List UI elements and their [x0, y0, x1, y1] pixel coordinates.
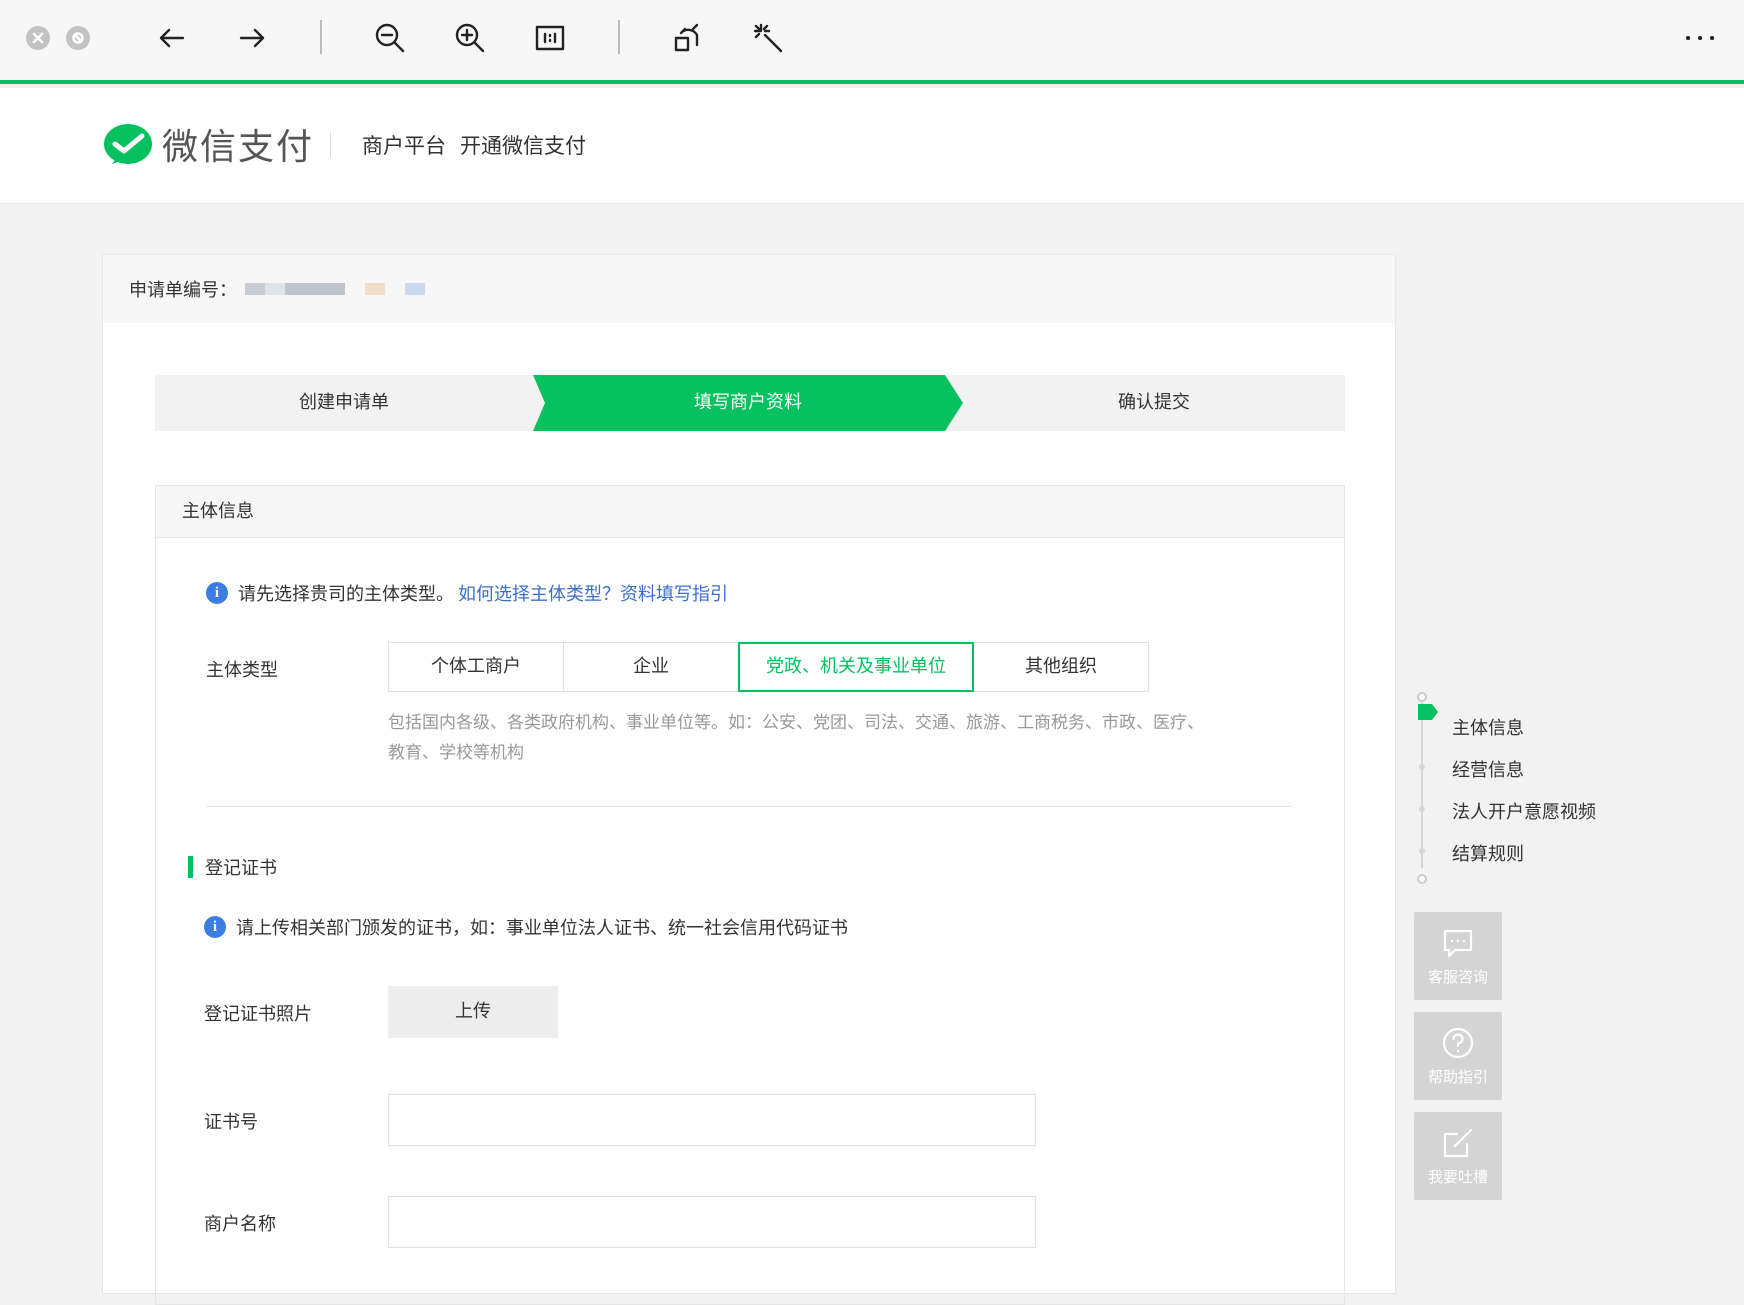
entity-type-label: 主体类型	[206, 660, 278, 681]
masked-number	[365, 283, 385, 295]
merchant-platform-link[interactable]: 商户平台	[362, 130, 446, 160]
certificate-notice: i 请上传相关部门颁发的证书，如：事业单位法人证书、统一社会信用代码证书	[204, 914, 848, 940]
feedback-label: 我要吐槽	[1427, 1167, 1488, 1186]
info-icon: i	[204, 916, 226, 938]
toolbar-divider	[618, 20, 620, 54]
info-icon: i	[206, 582, 228, 604]
section-anchor-nav: 主体信息 经营信息 法人开户意愿视频 结算规则	[1416, 692, 1656, 892]
anchor-tick	[1419, 848, 1425, 854]
anchor-business-info[interactable]: 经营信息	[1452, 756, 1524, 782]
question-icon	[1442, 1027, 1474, 1058]
zoom-out-icon[interactable]	[370, 18, 410, 58]
header-divider	[330, 132, 331, 158]
step-fill-info: 填写商户资料	[533, 375, 963, 431]
section-title: 主体信息	[156, 486, 1344, 538]
wechat-pay-logo-icon	[104, 124, 152, 164]
subsection-accent-bar	[188, 856, 193, 878]
step-confirm: 确认提交	[1118, 392, 1190, 413]
merchant-name-input[interactable]	[388, 1196, 1036, 1248]
anchor-legal-video[interactable]: 法人开户意愿视频	[1452, 798, 1596, 824]
anchor-end-dot	[1417, 874, 1427, 884]
more-options-icon[interactable]	[1680, 18, 1720, 58]
step-create: 创建申请单	[299, 392, 389, 413]
certificate-number-label: 证书号	[204, 1112, 258, 1133]
entity-type-notice: i 请先选择贵司的主体类型。 如何选择主体类型？资料填写指引	[206, 580, 728, 606]
entity-type-hint: 包括国内各级、各类政府机构、事业单位等。如：公安、党团、司法、交通、旅游、工商税…	[388, 713, 1204, 763]
certificate-notice-text: 请上传相关部门颁发的证书，如：事业单位法人证书、统一社会信用代码证书	[236, 918, 848, 939]
certificate-title: 登记证书	[205, 858, 277, 879]
anchor-track	[1421, 702, 1423, 868]
zoom-in-icon[interactable]	[450, 18, 490, 58]
masked-number	[405, 283, 425, 295]
chat-bubble-icon	[1443, 929, 1473, 957]
magic-wand-icon[interactable]	[748, 18, 788, 58]
application-number-label: 申请单编号：	[129, 280, 237, 301]
certificate-subsection-title: 登记证书	[188, 854, 277, 880]
rotate-icon[interactable]	[668, 18, 708, 58]
anchor-tick	[1419, 806, 1425, 812]
anchor-settlement-rules[interactable]: 结算规则	[1452, 840, 1524, 866]
upload-button[interactable]: 上传	[388, 986, 558, 1038]
forward-arrow-icon[interactable]	[232, 18, 272, 58]
open-wechat-pay-link[interactable]: 开通微信支付	[460, 130, 586, 160]
block-icon[interactable]	[66, 26, 90, 50]
entity-info-section: 主体信息 i 请先选择贵司的主体类型。 如何选择主体类型？资料填写指引 主体类型…	[155, 485, 1345, 1305]
masked-number	[245, 283, 345, 295]
viewer-toolbar	[0, 0, 1744, 84]
anchor-start-dot	[1417, 692, 1427, 702]
actual-size-icon[interactable]	[530, 18, 570, 58]
help-guide-label: 帮助指引	[1427, 1067, 1488, 1086]
entity-option-other[interactable]: 其他组织	[973, 642, 1149, 692]
notice-text: 请先选择贵司的主体类型。	[238, 584, 454, 605]
step-fill-info-label: 填写商户资料	[694, 392, 802, 413]
section-divider	[206, 806, 1292, 807]
certificate-number-input[interactable]	[388, 1094, 1036, 1146]
anchor-tick	[1419, 764, 1425, 770]
logo-text: 微信支付	[162, 127, 315, 168]
site-header: 微信支付 商户平台 开通微信支付	[0, 88, 1744, 204]
customer-service-label: 客服咨询	[1427, 967, 1488, 986]
merchant-name-label: 商户名称	[204, 1214, 276, 1235]
edit-icon	[1443, 1128, 1473, 1157]
anchor-entity-info[interactable]: 主体信息	[1452, 714, 1524, 740]
entity-type-selector: 个体工商户 企业 党政、机关及事业单位 其他组织	[388, 642, 1149, 692]
certificate-photo-label: 登记证书照片	[204, 1004, 312, 1025]
current-section-flag-icon	[1418, 704, 1438, 720]
customer-service-button[interactable]: 客服咨询	[1414, 912, 1502, 1000]
toolbar-divider	[320, 20, 322, 54]
back-arrow-icon[interactable]	[152, 18, 192, 58]
entity-option-individual[interactable]: 个体工商户	[388, 642, 564, 692]
feedback-button[interactable]: 我要吐槽	[1414, 1112, 1502, 1200]
entity-option-government[interactable]: 党政、机关及事业单位	[738, 642, 974, 692]
close-window-icon[interactable]	[26, 26, 50, 50]
help-guide-button[interactable]: 帮助指引	[1414, 1012, 1502, 1100]
guide-link[interactable]: 如何选择主体类型？资料填写指引	[458, 580, 728, 606]
application-card: 申请单编号： 创建申请单 填写商户资料 确认提交 主体信息 i 请先选择贵司的主…	[102, 254, 1396, 1305]
application-number-bar: 申请单编号：	[103, 255, 1395, 323]
progress-steps: 创建申请单 填写商户资料 确认提交	[155, 375, 1345, 431]
entity-option-enterprise[interactable]: 企业	[563, 642, 739, 692]
